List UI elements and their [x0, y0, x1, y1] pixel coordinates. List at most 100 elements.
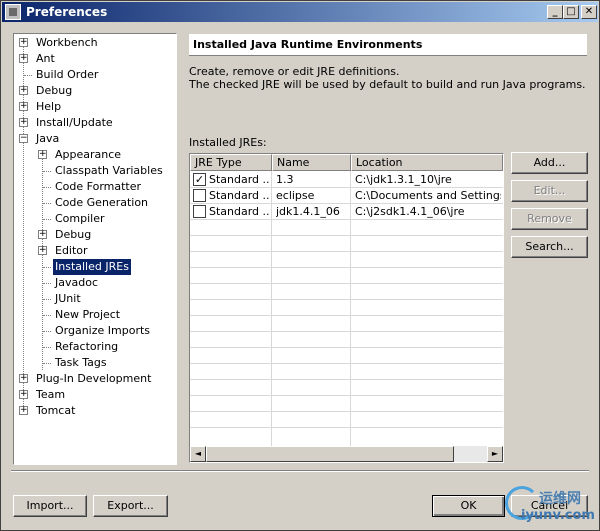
export-button[interactable]: Export...: [93, 495, 168, 517]
watermark-text: 运维网: [539, 491, 581, 507]
grid-line: [190, 395, 503, 396]
tree-connector: [43, 203, 51, 204]
expand-icon[interactable]: +: [19, 102, 28, 111]
expand-icon[interactable]: +: [19, 374, 28, 383]
jre-name-cell: eclipse: [276, 189, 315, 202]
import-button[interactable]: Import...: [13, 495, 87, 517]
grid-line: [190, 267, 503, 268]
tree-item-label: Installed JREs: [53, 259, 131, 275]
tree-item-label: Javadoc: [55, 276, 98, 289]
jre-location-cell: C:\Documents and Settings\...: [355, 189, 501, 202]
grid-line: [190, 235, 503, 236]
page-header: Installed Java Runtime Environments: [189, 34, 587, 56]
jre-location-cell: C:\j2sdk1.4.1_06\jre: [355, 205, 465, 218]
page-title: Installed Java Runtime Environments: [193, 38, 423, 51]
tree-connector: [43, 219, 51, 220]
tree-item-label: JUnit: [55, 292, 81, 305]
page-description-line2: The checked JRE will be used by default …: [189, 78, 586, 91]
expand-icon[interactable]: +: [38, 150, 47, 159]
jre-name-cell: jdk1.4.1_06: [276, 205, 340, 218]
grid-line: [190, 299, 503, 300]
tree-item-label: Build Order: [36, 68, 99, 81]
tree-item-label: Appearance: [55, 148, 122, 161]
window-title: Preferences: [26, 5, 108, 19]
expand-icon[interactable]: +: [19, 38, 28, 47]
horizontal-scrollbar[interactable]: ◄ ►: [190, 446, 503, 462]
grid-line: [190, 347, 503, 348]
expand-icon[interactable]: +: [19, 406, 28, 415]
expand-icon[interactable]: +: [38, 246, 47, 255]
scroll-right-icon[interactable]: ►: [487, 446, 503, 462]
tree-connector: [43, 363, 51, 364]
preferences-window: Preferences _ □ ✕ + Workbench + Ant Buil…: [0, 0, 600, 531]
scroll-left-icon[interactable]: ◄: [190, 446, 206, 462]
jre-type-cell: Standard ...: [209, 205, 269, 218]
tree-connector: [23, 42, 24, 412]
tree-connector: [43, 171, 51, 172]
tree-item-label: Plug-In Development: [36, 372, 152, 385]
jre-checkbox[interactable]: [193, 189, 206, 202]
tree-item-label: Editor: [55, 244, 88, 257]
tree-connector: [43, 299, 51, 300]
add-jre-button[interactable]: Add...: [511, 152, 588, 174]
tree-item-label: Compiler: [55, 212, 105, 225]
grid-line: [190, 251, 503, 252]
search-jre-button[interactable]: Search...: [511, 236, 588, 258]
grid-line: [190, 331, 503, 332]
tree-connector: [24, 75, 32, 76]
grid-line: [190, 219, 503, 220]
edit-jre-button[interactable]: Edit...: [511, 180, 588, 202]
tree-item-label: Ant: [36, 52, 55, 65]
tree-item-label: Organize Imports: [55, 324, 151, 337]
grid-line: [190, 411, 503, 412]
jre-type-cell: Standard ...: [209, 173, 269, 186]
watermark-logo: 运维网 iyunv.com: [501, 486, 597, 530]
tree-connector: [43, 331, 51, 332]
watermark-url: iyunv.com: [521, 508, 595, 523]
expand-icon[interactable]: +: [38, 230, 47, 239]
collapse-icon[interactable]: −: [19, 134, 28, 143]
tree-item-label: Java: [36, 132, 60, 145]
jre-name-cell: 1.3: [276, 173, 294, 186]
jre-type-cell: Standard ...: [209, 189, 269, 202]
tree-item-label: Help: [36, 100, 62, 113]
tree-item-label: Install/Update: [36, 116, 113, 129]
page-description-line1: Create, remove or edit JRE definitions.: [189, 65, 400, 78]
preference-tree[interactable]: + Workbench + Ant Build Order + Debug + …: [13, 33, 177, 465]
grid-line: [190, 427, 503, 428]
tree-item-label: Workbench: [36, 36, 98, 49]
window-icon: [5, 4, 21, 20]
jre-table[interactable]: JRE Type Name Location ✓ Standard ... 1.…: [189, 153, 504, 463]
jre-checkbox[interactable]: [193, 205, 206, 218]
column-header-location[interactable]: Location: [351, 154, 503, 171]
tree-item-label: Task Tags: [55, 356, 107, 369]
default-jre-checkbox[interactable]: ✓: [193, 173, 206, 186]
grid-line: [190, 363, 503, 364]
expand-icon[interactable]: +: [19, 54, 28, 63]
expand-icon[interactable]: +: [19, 118, 28, 127]
tree-item-label: Tomcat: [36, 404, 76, 417]
installed-jres-label: Installed JREs:: [189, 136, 267, 149]
maximize-button[interactable]: □: [563, 5, 579, 19]
tree-item-label: New Project: [55, 308, 121, 321]
title-bar: Preferences _ □ ✕: [2, 2, 598, 22]
minimize-button[interactable]: _: [547, 5, 563, 19]
tree-connector: [43, 315, 51, 316]
tree-connector: [43, 187, 51, 188]
close-button[interactable]: ✕: [581, 5, 597, 19]
scroll-thumb[interactable]: [206, 446, 454, 462]
remove-jre-button[interactable]: Remove: [511, 208, 588, 230]
grid-line: [190, 283, 503, 284]
tree-item-label: Code Generation: [55, 196, 149, 209]
tree-connector: [43, 267, 51, 268]
tree-item-label: Refactoring: [55, 340, 119, 353]
ok-button[interactable]: OK: [432, 495, 505, 517]
grid-line: [350, 171, 351, 446]
tree-item-label: Team: [36, 388, 66, 401]
expand-icon[interactable]: +: [19, 390, 28, 399]
expand-icon[interactable]: +: [19, 86, 28, 95]
column-header-jre-type[interactable]: JRE Type: [190, 154, 272, 171]
column-header-name[interactable]: Name: [272, 154, 351, 171]
tree-connector: [43, 283, 51, 284]
tree-item-label: Classpath Variables: [55, 164, 163, 177]
